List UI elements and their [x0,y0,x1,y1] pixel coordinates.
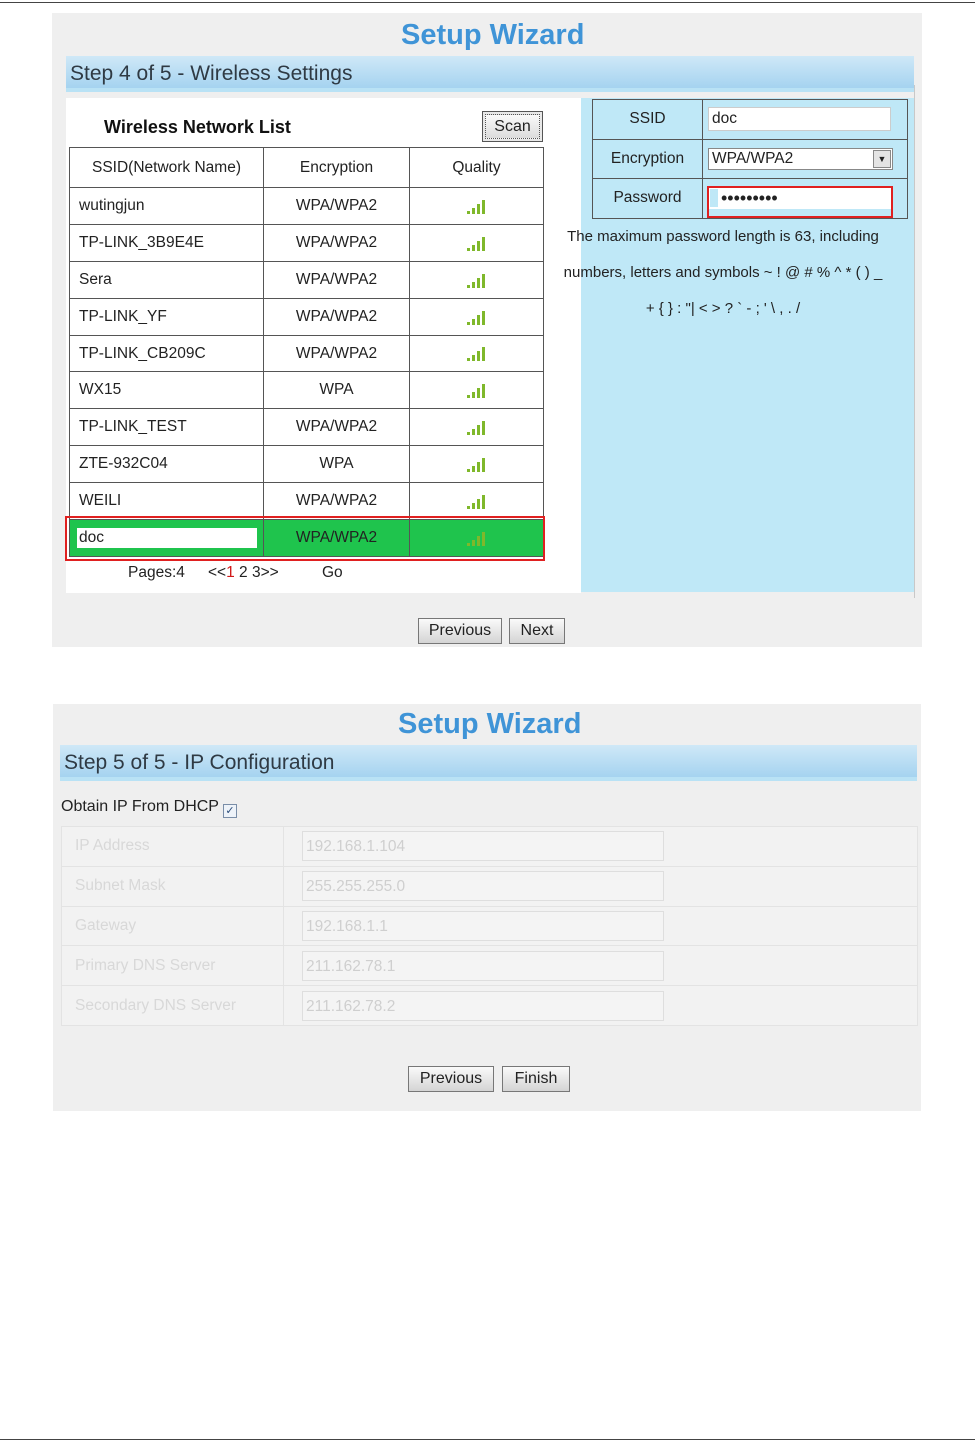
network-row[interactable]: wutingjun WPA/WPA2 [69,187,544,225]
network-encryption: WPA/WPA2 [263,408,410,447]
column-header-encryption: Encryption [263,147,410,188]
signal-bars-icon [466,455,488,473]
column-header-quality: Quality [409,147,544,188]
previous-button[interactable]: Previous [408,1066,494,1092]
network-encryption: WPA [263,371,410,410]
network-ssid: Sera [79,270,112,288]
selected-network-highlight [65,516,545,561]
signal-bars-icon [466,308,488,325]
ip-field-input[interactable]: 192.168.1.1 [302,910,664,941]
scan-button[interactable]: Scan [482,111,543,142]
ip-field-label: Secondary DNS Server [61,985,284,1026]
step-header: Step 5 of 5 - IP Configuration [60,745,917,781]
ip-field-label: Gateway [61,905,284,947]
encryption-select[interactable]: WPA/WPA2 ▼ [708,147,893,170]
finish-button[interactable]: Finish [502,1066,570,1092]
wizard-title: Setup Wizard [398,708,582,740]
ssid-input[interactable]: doc [708,107,891,132]
page-next-links[interactable]: 2 3>> [235,564,279,581]
network-row[interactable]: WX15 WPA [69,371,544,410]
network-encryption: WPA/WPA2 [263,334,410,373]
network-encryption: WPA/WPA2 [263,260,410,299]
network-ssid: TP-LINK_3B9E4E [79,233,204,251]
bottom-rule [0,1439,975,1440]
page-nav[interactable]: <<1 2 3>> [208,564,279,582]
wizard-title: Setup Wizard [401,19,585,51]
signal-bars-icon [466,234,488,251]
network-ssid: WEILI [79,492,122,510]
page-prev-link[interactable]: << [208,564,226,581]
ip-configuration-panel: Setup Wizard Step 5 of 5 - IP Configurat… [53,704,921,1111]
hint-line: + { } : "| < > ? ` - ; ' \ , . / [645,300,801,317]
signal-bars-icon [466,271,488,288]
page-current[interactable]: 1 [226,564,235,581]
ip-field-row: Primary DNS Server 211.162.78.1 [61,945,918,987]
ip-field-input[interactable]: 192.168.1.104 [302,831,664,862]
scrollbar[interactable] [914,85,915,598]
network-ssid: WX15 [79,381,122,399]
network-encryption: WPA/WPA2 [263,223,410,262]
network-table: SSID(Network Name) Encryption Quality wu… [69,147,544,557]
signal-bars-icon [466,345,488,362]
dhcp-option: Obtain IP From DHCP ✓ [61,798,237,818]
ip-field-input[interactable]: 211.162.78.2 [302,990,664,1021]
network-row[interactable]: TP-LINK_YF WPA/WPA2 [69,297,544,336]
ip-field-row: IP Address 192.168.1.104 [61,826,918,867]
dhcp-checkbox[interactable]: ✓ [222,804,237,818]
wireless-form-area: SSID doc Encryption WPA/WPA2 ▼ Password … [581,98,914,592]
top-rule [0,2,975,3]
ip-field-row: Subnet Mask 255.255.255.0 [61,865,918,907]
network-row[interactable]: WEILI WPA/WPA2 [69,482,544,521]
signal-bars-icon [466,418,488,436]
ip-field-label: IP Address [61,826,284,867]
dhcp-label: Obtain IP From DHCP [61,798,219,815]
page-count: Pages:4 [128,564,185,581]
network-list-title: Wireless Network List [104,117,291,137]
go-button[interactable]: Go [322,564,343,582]
ip-field-input[interactable]: 255.255.255.0 [302,871,664,902]
network-row[interactable]: Sera WPA/WPA2 [69,260,544,299]
scan-button-label: Scan [485,114,540,139]
ip-field-label: Subnet Mask [61,865,284,907]
signal-bars-icon [466,492,488,509]
network-ssid: TP-LINK_YF [79,307,167,325]
encryption-select-value: WPA/WPA2 [712,149,794,167]
password-label: Password [592,178,703,219]
network-row[interactable]: ZTE-932C04 WPA [69,445,544,484]
next-button[interactable]: Next [509,618,565,644]
column-header-ssid: SSID(Network Name) [69,147,264,188]
ip-field-row: Secondary DNS Server 211.162.78.2 [61,985,918,1026]
network-encryption: WPA/WPA2 [263,297,410,336]
ip-field-label: Primary DNS Server [61,945,284,987]
ip-form: IP Address 192.168.1.104 Subnet Mask 255.25… [61,826,918,1026]
network-row[interactable]: TP-LINK_CB209C WPA/WPA2 [69,334,544,373]
previous-button[interactable]: Previous [418,618,502,644]
ip-field-input[interactable]: 211.162.78.1 [302,950,664,981]
network-ssid: TP-LINK_TEST [79,418,187,436]
ip-field-row: Gateway 192.168.1.1 [61,905,918,947]
network-ssid: wutingjun [79,196,145,214]
network-encryption: WPA/WPA2 [263,187,410,225]
network-row[interactable]: TP-LINK_3B9E4E WPA/WPA2 [69,223,544,262]
step-header: Step 4 of 5 - Wireless Settings [66,56,914,92]
network-row[interactable]: TP-LINK_TEST WPA/WPA2 [69,408,544,447]
signal-bars-icon [466,197,488,214]
network-ssid: TP-LINK_CB209C [79,344,206,362]
ssid-label: SSID [592,99,703,140]
network-encryption: WPA/WPA2 [263,482,410,521]
encryption-label: Encryption [592,138,703,179]
password-highlight [707,186,893,218]
network-ssid: ZTE-932C04 [79,455,168,473]
network-encryption: WPA [263,445,410,484]
hint-line: The maximum password length is 63, inclu… [567,228,879,245]
chevron-down-icon[interactable]: ▼ [873,149,891,168]
password-hint: The maximum password length is 63, inclu… [531,226,915,334]
hint-line: numbers, letters and symbols ~ ! @ # % ^… [563,264,883,281]
page-number-input[interactable] [288,562,317,586]
signal-bars-icon [466,381,488,399]
